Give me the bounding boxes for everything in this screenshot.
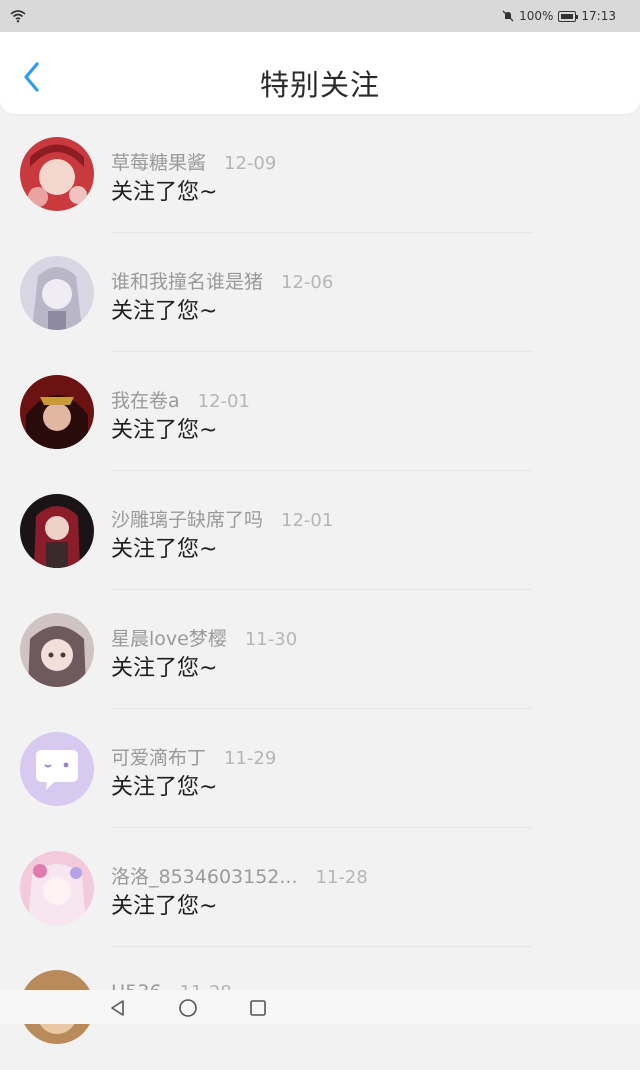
divider [112, 827, 532, 828]
item-meta: 草莓糖果酱 12-09 [111, 148, 276, 175]
message: 关注了您~ [111, 180, 218, 205]
avatar[interactable] [20, 375, 94, 449]
list-item[interactable]: 洛洛_8534603152... 11-28 关注了您~ [0, 832, 640, 951]
status-bar: 100% 17:13 [0, 0, 640, 32]
app-header: 特别关注 [0, 32, 640, 114]
list-item[interactable]: 可爱滴布丁 11-29 关注了您~ [0, 713, 640, 832]
item-meta: 可爱滴布丁 11-29 [111, 743, 276, 770]
item-meta: 洛洛_8534603152... 11-28 [111, 862, 368, 889]
divider [112, 589, 532, 590]
list-item[interactable]: 星晨love梦樱 11-30 关注了您~ [0, 594, 640, 713]
divider [112, 351, 532, 352]
follow-list: 草莓糖果酱 12-09 关注了您~ 谁和我撞名谁是猪 12-06 关注了您~ 我… [0, 118, 640, 1070]
date: 12-01 [197, 391, 250, 412]
date: 12-09 [224, 153, 277, 174]
date: 11-30 [244, 629, 298, 650]
page-title: 特别关注 [259, 68, 380, 102]
wifi-icon [10, 10, 26, 23]
system-nav-bar [0, 990, 640, 1024]
user-name[interactable]: 草莓糖果酱 [111, 148, 206, 175]
item-meta: 星晨love梦樱 11-30 [111, 624, 297, 651]
avatar[interactable] [20, 137, 94, 211]
date: 11-28 [315, 867, 368, 888]
avatar[interactable] [20, 494, 94, 568]
message: 关注了您~ [111, 418, 218, 443]
date: 12-01 [281, 510, 334, 531]
recent-square-icon[interactable] [248, 998, 268, 1018]
message: 关注了您~ [111, 656, 218, 681]
item-meta: 沙雕璃子缺席了吗 12-01 [111, 505, 333, 532]
avatar[interactable] [20, 732, 94, 806]
user-name[interactable]: 可爱滴布丁 [111, 743, 206, 770]
user-name[interactable]: 沙雕璃子缺席了吗 [111, 505, 263, 532]
clock: 17:13 [581, 9, 616, 23]
message: 关注了您~ [111, 775, 218, 800]
divider [112, 470, 532, 471]
home-circle-icon[interactable] [178, 998, 198, 1018]
mute-bell-icon [502, 10, 514, 22]
avatar[interactable] [20, 851, 94, 925]
date: 12-06 [281, 272, 334, 293]
battery-icon [558, 10, 579, 22]
item-meta: 谁和我撞名谁是猪 12-06 [111, 267, 333, 294]
list-item[interactable]: 我在卷a 12-01 关注了您~ [0, 356, 640, 475]
message: 关注了您~ [111, 537, 218, 562]
user-name[interactable]: 星晨love梦樱 [111, 624, 227, 651]
divider [112, 946, 532, 947]
divider [112, 708, 532, 709]
list-item[interactable]: 草莓糖果酱 12-09 关注了您~ [0, 118, 640, 237]
item-meta: 我在卷a 12-01 [111, 386, 250, 413]
battery-percent: 100% [519, 9, 554, 23]
list-item[interactable]: 谁和我撞名谁是猪 12-06 关注了您~ [0, 237, 640, 356]
date: 11-29 [224, 748, 277, 769]
user-name[interactable]: 洛洛_8534603152... [111, 862, 298, 889]
list-item[interactable]: 沙雕璃子缺席了吗 12-01 关注了您~ [0, 475, 640, 594]
divider [112, 232, 532, 233]
message: 关注了您~ [111, 894, 218, 919]
user-name[interactable]: 谁和我撞名谁是猪 [111, 267, 263, 294]
message: 关注了您~ [111, 299, 218, 324]
avatar[interactable] [20, 256, 94, 330]
user-name[interactable]: 我在卷a [111, 386, 180, 413]
back-triangle-icon[interactable] [108, 998, 128, 1018]
avatar[interactable] [20, 613, 94, 687]
